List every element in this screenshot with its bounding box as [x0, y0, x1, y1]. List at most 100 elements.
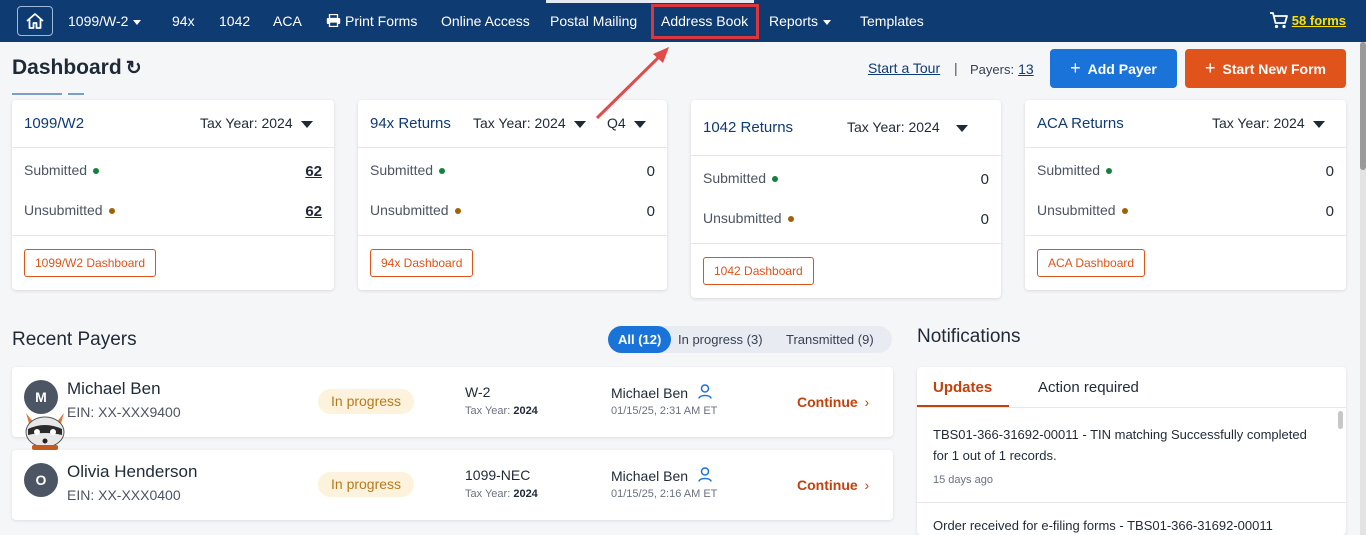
filter-transmitted[interactable]: Transmitted (9) [786, 326, 874, 353]
divider [1025, 235, 1346, 236]
form-tax-year: Tax Year: 2024 [465, 405, 538, 417]
separator: | [954, 60, 958, 76]
status-dot-amber [108, 208, 115, 215]
status-dot-amber [454, 208, 461, 215]
cart-link[interactable]: 58 forms [1269, 11, 1346, 29]
card-aca: ACA Returns Tax Year: 2024 Submitted 0 U… [1025, 100, 1346, 290]
status-dot-green [93, 168, 100, 175]
unsubmitted-label: Unsubmitted [703, 210, 794, 226]
divider [358, 147, 667, 148]
card-1042: 1042 Returns Tax Year: 2024 Submitted 0 … [691, 100, 1001, 298]
plus-icon: + [1070, 58, 1081, 78]
nav-reports[interactable]: Reports [769, 0, 832, 42]
user-icon [698, 384, 712, 399]
divider [691, 155, 1001, 156]
unsubmitted-label: Unsubmitted [1037, 202, 1128, 218]
page-scrollbar[interactable] [1360, 42, 1366, 535]
chevron-down-icon [300, 120, 313, 128]
chevron-down-icon [133, 19, 142, 25]
submitted-label: Submitted [703, 170, 779, 186]
tax-year-select[interactable]: Tax Year: 2024 [1212, 115, 1325, 131]
payers-count: Payers: 13 [970, 61, 1034, 77]
divider [691, 243, 1001, 244]
chevron-down-icon [573, 120, 586, 128]
filter-all[interactable]: All (12) [608, 326, 672, 353]
mascot-icon [25, 413, 65, 450]
unsubmitted-count[interactable]: 62 [305, 203, 322, 220]
94x-dashboard-button[interactable]: 94x Dashboard [370, 249, 474, 277]
submitted-label: Submitted [370, 162, 446, 178]
created-by: Michael Ben [611, 384, 712, 401]
tab-action-required[interactable]: Action required [1038, 379, 1139, 396]
chevron-down-icon [955, 124, 968, 132]
notifications-title: Notifications [917, 326, 1021, 347]
refresh-icon[interactable]: ↻ [126, 58, 142, 79]
recent-payers-title: Recent Payers [12, 329, 137, 350]
unsubmitted-label: Unsubmitted [370, 202, 461, 218]
continue-button[interactable]: Continue › [797, 394, 869, 410]
form-type: 1099-NEC [465, 467, 531, 483]
submitted-label: Submitted [1037, 162, 1113, 178]
home-button[interactable] [17, 6, 53, 36]
unsubmitted-count: 0 [980, 211, 989, 228]
notifications-scrollbar[interactable] [1338, 411, 1343, 429]
printer-icon [326, 13, 341, 28]
notifications-panel: Updates Action required TBS01-366-31692-… [917, 367, 1346, 535]
aca-dashboard-button[interactable]: ACA Dashboard [1037, 249, 1146, 277]
start-tour-link[interactable]: Start a Tour [868, 60, 940, 76]
submitted-count: 0 [980, 171, 989, 188]
nav-postal-mailing[interactable]: Postal Mailing [550, 0, 637, 42]
filter-in-progress[interactable]: In progress (3) [678, 326, 763, 353]
submitted-count: 0 [1325, 163, 1334, 180]
table-row[interactable]: M Michael Ben EIN: XX-XXX9400 In progres… [12, 367, 893, 437]
annotation-arrow [595, 47, 669, 120]
status-dot-green [1106, 168, 1113, 175]
card-title: 1042 Returns [703, 119, 794, 136]
unsubmitted-count: 0 [1325, 203, 1334, 220]
tax-year-select[interactable]: Tax Year: 2024 [200, 115, 313, 131]
chevron-down-icon [823, 19, 832, 25]
form-tax-year: Tax Year: 2024 [465, 488, 538, 500]
submitted-label: Submitted [24, 162, 100, 178]
payers-count-link[interactable]: 13 [1018, 61, 1034, 77]
nav-1099-w2[interactable]: 1099/W-2 [68, 0, 142, 42]
submitted-count[interactable]: 62 [305, 163, 322, 180]
created-by: Michael Ben [611, 467, 712, 484]
chevron-down-icon [1312, 120, 1325, 128]
divider [1025, 147, 1346, 148]
user-icon [698, 467, 712, 482]
notification-time: 15 days ago [933, 474, 993, 486]
add-payer-button[interactable]: + Add Payer [1050, 49, 1177, 88]
continue-button[interactable]: Continue › [797, 477, 869, 493]
status-badge: In progress [318, 389, 415, 414]
tax-year-select[interactable]: Tax Year: 2024 [847, 119, 968, 135]
divider [12, 147, 334, 148]
nav-online-access[interactable]: Online Access [441, 0, 530, 42]
timestamp: 01/15/25, 2:31 AM ET [611, 405, 718, 417]
nav-94x[interactable]: 94x [172, 0, 195, 42]
tax-year-select[interactable]: Tax Year: 2024 [473, 115, 586, 131]
table-row[interactable]: O Olivia Henderson EIN: XX-XXX0400 In pr… [12, 450, 893, 520]
divider [917, 407, 1346, 408]
payer-ein: EIN: XX-XXX0400 [67, 487, 181, 503]
nav-templates[interactable]: Templates [860, 0, 924, 42]
1042-dashboard-button[interactable]: 1042 Dashboard [703, 257, 814, 285]
divider [12, 235, 334, 236]
notification-item[interactable]: Order received for e-filing forms - TBS0… [933, 515, 1323, 535]
nav-1042[interactable]: 1042 [219, 0, 250, 42]
scrollbar-thumb[interactable] [1360, 42, 1366, 170]
start-new-form-button[interactable]: + Start New Form [1185, 49, 1346, 88]
nav-print-forms[interactable]: Print Forms [326, 0, 417, 42]
chevron-right-icon: › [864, 477, 870, 493]
status-dot-amber [787, 216, 794, 223]
1099-w2-dashboard-button[interactable]: 1099/W2 Dashboard [24, 249, 157, 277]
tab-updates[interactable]: Updates [933, 379, 992, 396]
nav-aca[interactable]: ACA [273, 0, 302, 42]
cart-icon [1269, 12, 1288, 29]
notification-item[interactable]: TBS01-366-31692-00011 - TIN matching Suc… [933, 424, 1323, 466]
divider [917, 502, 1346, 503]
unsubmitted-count: 0 [646, 203, 655, 220]
status-dot-green [772, 176, 779, 183]
payer-name: Olivia Henderson [67, 462, 198, 481]
top-nav: 1099/W-2 94x 1042 ACA Print Forms Online… [0, 0, 1366, 42]
